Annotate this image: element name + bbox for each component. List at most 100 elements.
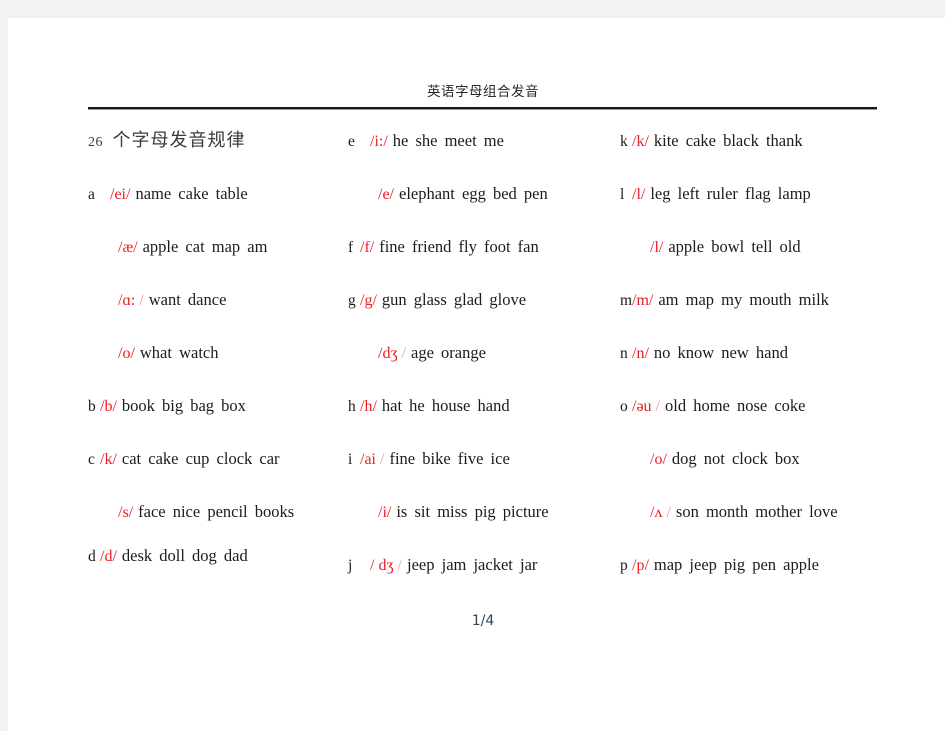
entry-phonetic-symbol: /d/ bbox=[100, 548, 117, 565]
entry-example-words: old home nose coke bbox=[665, 396, 806, 415]
pronunciation-entry: /l/apple bowl tell old bbox=[620, 220, 882, 273]
entry-example-words: apple cat map am bbox=[142, 237, 268, 256]
pronunciation-entry: /ɑ: / want dance bbox=[88, 273, 343, 326]
pronunciation-entry: o/əu / old home nose coke bbox=[620, 379, 882, 432]
entry-example-words: gun glass glad glove bbox=[381, 290, 527, 309]
entry-phonetic-symbol: /ɑ: / bbox=[118, 292, 144, 309]
entry-phonetic-slash: / bbox=[397, 345, 406, 362]
entry-example-words: elephant egg bed pen bbox=[399, 184, 548, 203]
entry-example-words: desk doll dog dad bbox=[121, 546, 248, 565]
pronunciation-entry: b/b/book big bag box bbox=[88, 379, 343, 432]
entry-letter: m bbox=[620, 292, 633, 309]
entry-phonetic-symbol: /i/ bbox=[378, 504, 392, 521]
section-number: 26 bbox=[88, 135, 103, 150]
entry-phonetic-symbol: /ai / bbox=[360, 451, 385, 468]
entry-letter: i bbox=[348, 451, 353, 468]
entry-phonetic-symbol: /ʌ / bbox=[650, 504, 671, 521]
column-1: 26 个字母发音规律 a/ei/name cake table/æ/apple … bbox=[88, 114, 343, 573]
pronunciation-entry: /o/what watch bbox=[88, 326, 343, 379]
entry-phonetic-slash: / bbox=[651, 398, 660, 415]
pronunciation-entry: e/i:/he she meet me bbox=[348, 114, 616, 167]
pronunciation-entry: a/ei/name cake table bbox=[88, 167, 343, 220]
entry-example-words: hat he house hand bbox=[381, 396, 510, 415]
entry-phonetic-symbol: /i:/ bbox=[370, 133, 388, 150]
entry-example-words: am map my mouth milk bbox=[658, 290, 829, 309]
entry-phonetic-symbol: /p/ bbox=[632, 557, 649, 574]
pronunciation-entry: p/p/map jeep pig pen apple bbox=[620, 538, 882, 591]
entry-phonetic-symbol: / dʒ / bbox=[370, 557, 402, 574]
pronunciation-entry: i/ai / fine bike five ice bbox=[348, 432, 616, 485]
pronunciation-entry: /i/is sit miss pig picture bbox=[348, 485, 616, 538]
pronunciation-entry: /dʒ / age orange bbox=[348, 326, 616, 379]
entry-phonetic-symbol: /l/ bbox=[650, 239, 664, 256]
entry-letter: f bbox=[348, 239, 354, 256]
entry-letter: k bbox=[620, 133, 628, 150]
pronunciation-entry: /e/elephant egg bed pen bbox=[348, 167, 616, 220]
entry-phonetic-symbol: /k/ bbox=[632, 133, 649, 150]
document-columns: 26 个字母发音规律 a/ei/name cake table/æ/apple … bbox=[8, 114, 945, 634]
entry-letter: p bbox=[620, 557, 628, 574]
entry-letter: b bbox=[88, 398, 96, 415]
page-header: 英语字母组合发音 bbox=[8, 18, 945, 114]
entry-phonetic-symbol: /o/ bbox=[650, 451, 667, 468]
entry-example-words: is sit miss pig picture bbox=[396, 502, 549, 521]
entry-example-words: kite cake black thank bbox=[653, 131, 803, 150]
entry-letter: n bbox=[620, 345, 628, 362]
entry-example-words: dog not clock box bbox=[671, 449, 800, 468]
entry-example-words: what watch bbox=[139, 343, 219, 362]
entry-phonetic-symbol: /m/ bbox=[632, 292, 654, 309]
entry-phonetic-symbol: /əu / bbox=[632, 398, 660, 415]
entry-letter: c bbox=[88, 451, 95, 468]
pronunciation-entry: /s/face nice pencil books bbox=[88, 485, 343, 538]
entry-phonetic-symbol: /e/ bbox=[378, 186, 394, 203]
entry-example-words: he she meet me bbox=[392, 131, 504, 150]
entry-phonetic-symbol: /f/ bbox=[360, 239, 375, 256]
entry-letter: o bbox=[620, 398, 628, 415]
document-page: 英语字母组合发音 26 个字母发音规律 a/ei/name cake table… bbox=[8, 18, 945, 731]
entry-letter: h bbox=[348, 398, 356, 415]
entry-letter: j bbox=[348, 557, 353, 574]
entry-letter: l bbox=[620, 186, 625, 203]
entry-example-words: no know new hand bbox=[653, 343, 788, 362]
entry-example-words: fine friend fly foot fan bbox=[379, 237, 539, 256]
entry-phonetic-symbol: /n/ bbox=[632, 345, 649, 362]
pronunciation-entry: d/d/desk doll dog dad bbox=[88, 538, 343, 573]
header-divider-rule bbox=[88, 107, 877, 110]
entry-example-words: want dance bbox=[148, 290, 227, 309]
entry-example-words: cat cake cup clock car bbox=[121, 449, 280, 468]
entry-phonetic-symbol: /s/ bbox=[118, 504, 134, 521]
entry-phonetic-symbol: /ei/ bbox=[110, 186, 131, 203]
entry-phonetic-symbol: /dʒ / bbox=[378, 345, 406, 362]
page-number: 1/4 bbox=[471, 613, 495, 629]
entry-example-words: face nice pencil books bbox=[138, 502, 295, 521]
entry-phonetic-slash: / bbox=[393, 557, 402, 574]
entry-phonetic-slash: / bbox=[662, 504, 671, 521]
entry-example-words: map jeep pig pen apple bbox=[653, 555, 819, 574]
page-title: 26 个字母发音规律 bbox=[88, 114, 343, 167]
column-3: k/k/kite cake black thank l/l/leg left ru… bbox=[620, 114, 882, 591]
pronunciation-entry: j / dʒ / jeep jam jacket jar bbox=[348, 538, 616, 591]
pronunciation-entry: /ʌ / son month mother love bbox=[620, 485, 882, 538]
entry-example-words: apple bowl tell old bbox=[668, 237, 801, 256]
entry-example-words: name cake table bbox=[135, 184, 248, 203]
entry-phonetic-slash: / bbox=[135, 292, 144, 309]
entry-phonetic-symbol: /æ/ bbox=[118, 239, 138, 256]
pronunciation-entry: g/g/gun glass glad glove bbox=[348, 273, 616, 326]
entry-phonetic-symbol: /g/ bbox=[360, 292, 377, 309]
entry-phonetic-symbol: /o/ bbox=[118, 345, 135, 362]
entry-phonetic-symbol: /k/ bbox=[100, 451, 117, 468]
entry-phonetic-symbol: /b/ bbox=[100, 398, 117, 415]
entry-letter: e bbox=[348, 133, 355, 150]
pronunciation-entry: c/k/cat cake cup clock car bbox=[88, 432, 343, 485]
pronunciation-entry: m/m/am map my mouth milk bbox=[620, 273, 882, 326]
entry-example-words: age orange bbox=[411, 343, 486, 362]
entry-phonetic-slash: / bbox=[376, 451, 385, 468]
entry-example-words: fine bike five ice bbox=[389, 449, 510, 468]
entry-letter: d bbox=[88, 548, 96, 565]
entry-example-words: leg left ruler flag lamp bbox=[650, 184, 811, 203]
pronunciation-entry: /o/dog not clock box bbox=[620, 432, 882, 485]
pronunciation-entry: l/l/leg left ruler flag lamp bbox=[620, 167, 882, 220]
column-2: e/i:/he she meet me/e/elephant egg bed p… bbox=[348, 114, 616, 591]
entry-example-words: jeep jam jacket jar bbox=[407, 555, 538, 574]
pronunciation-entry: n/n/no know new hand bbox=[620, 326, 882, 379]
